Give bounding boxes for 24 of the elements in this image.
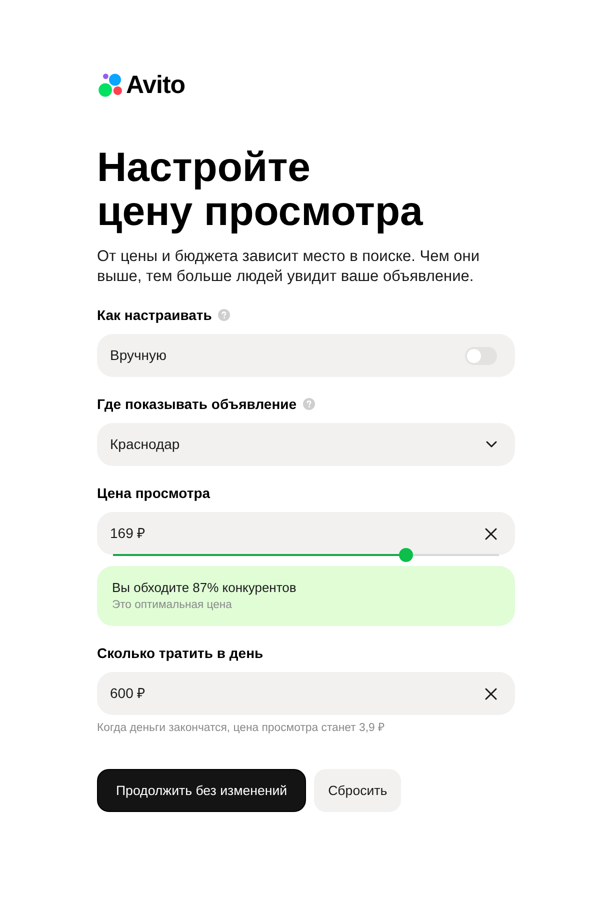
reset-button[interactable]: Сбросить (314, 769, 402, 812)
field-label: Сколько тратить в день (97, 644, 264, 663)
field-label: Цена просмотра (97, 484, 210, 503)
field-label: Где показывать объявление (97, 395, 297, 414)
budget-hint: Когда деньги закончатся, цена просмотра станет 3,9 ₽ (97, 721, 386, 736)
help-icon[interactable] (218, 309, 230, 321)
city-value: Краснодар (110, 435, 180, 454)
budget-value: 600 ₽ (110, 684, 146, 703)
logo-icon (97, 73, 124, 97)
continue-button[interactable]: Продолжить без изменений (97, 769, 306, 812)
field-label: Как настраивать (97, 306, 212, 325)
page-title: Настройте цену просмотра (97, 145, 423, 233)
slider-thumb[interactable] (399, 548, 414, 562)
city-select[interactable]: Краснодар (97, 423, 515, 466)
help-icon[interactable] (302, 398, 315, 410)
price-slider[interactable] (113, 548, 499, 562)
chevron-down-icon (486, 441, 497, 448)
toggle-switch[interactable] (465, 346, 497, 364)
notice-title: Вы обходите 87% конкурентов (112, 579, 296, 597)
price-value: 169 ₽ (110, 524, 146, 543)
notice-subtitle: Это оптимальная цена (112, 598, 232, 613)
page-description: От цены и бюджета зависит место в поиске. Чем они выше, тем больше людей увидит ваше объявление. (97, 247, 481, 287)
logo-text: Avito (126, 73, 186, 97)
mode-value: Вручную (110, 346, 166, 365)
